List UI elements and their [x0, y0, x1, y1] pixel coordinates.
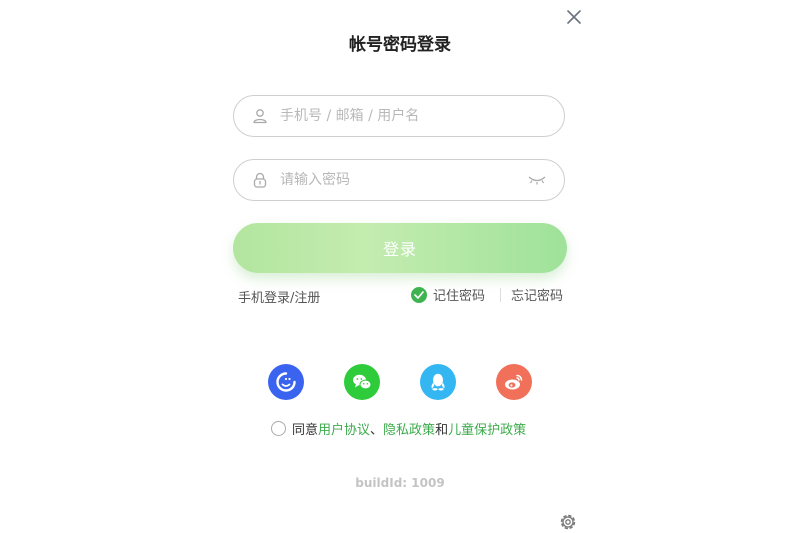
qq-login-button[interactable]	[420, 364, 456, 400]
eye-closed-icon	[528, 176, 546, 185]
user-agreement-link[interactable]: 用户协议	[318, 419, 370, 438]
close-button[interactable]	[563, 6, 585, 28]
check-icon	[411, 286, 427, 303]
login-dialog: 帐号密码登录 登录 手机	[0, 0, 800, 533]
account-input[interactable]	[278, 107, 564, 125]
passport-icon	[276, 372, 296, 392]
login-button[interactable]: 登录	[233, 223, 567, 273]
divider	[500, 288, 501, 302]
agreement-prefix: 同意	[292, 423, 319, 438]
passport-login-button[interactable]	[268, 364, 304, 400]
lock-icon	[250, 170, 270, 190]
privacy-policy-link[interactable]: 隐私政策	[383, 419, 435, 438]
forgot-password-link[interactable]: 忘记密码	[511, 285, 563, 304]
agreement-separator: 、	[370, 423, 384, 438]
build-id: buildId: 1009	[355, 476, 445, 490]
user-icon	[250, 106, 270, 126]
weibo-icon	[505, 374, 523, 390]
agreement-row: 同意 用户协议 、 隐私政策 和 儿童保护政策	[271, 419, 526, 438]
toggle-password-visibility[interactable]	[526, 169, 548, 191]
qq-icon	[431, 373, 445, 391]
password-input[interactable]	[278, 171, 526, 189]
close-icon	[567, 10, 581, 24]
page-title: 帐号密码登录	[349, 35, 451, 55]
remember-password-checkbox[interactable]: 记住密码	[411, 285, 485, 304]
wechat-login-button[interactable]	[344, 364, 380, 400]
phone-login-link[interactable]: 手机登录/注册	[238, 287, 320, 306]
login-options-row: 手机登录/注册 记住密码 忘记密码	[233, 285, 567, 306]
account-field[interactable]	[233, 95, 565, 137]
password-field[interactable]	[233, 159, 565, 201]
gear-icon	[560, 514, 576, 530]
agreement-radio[interactable]	[271, 421, 286, 436]
agreement-and: 和	[435, 423, 449, 438]
remember-password-label: 记住密码	[433, 289, 486, 304]
child-policy-link[interactable]: 儿童保护政策	[448, 419, 526, 438]
social-login-row	[0, 364, 800, 400]
settings-button[interactable]	[557, 511, 579, 533]
wechat-icon	[353, 374, 372, 390]
weibo-login-button[interactable]	[496, 364, 532, 400]
